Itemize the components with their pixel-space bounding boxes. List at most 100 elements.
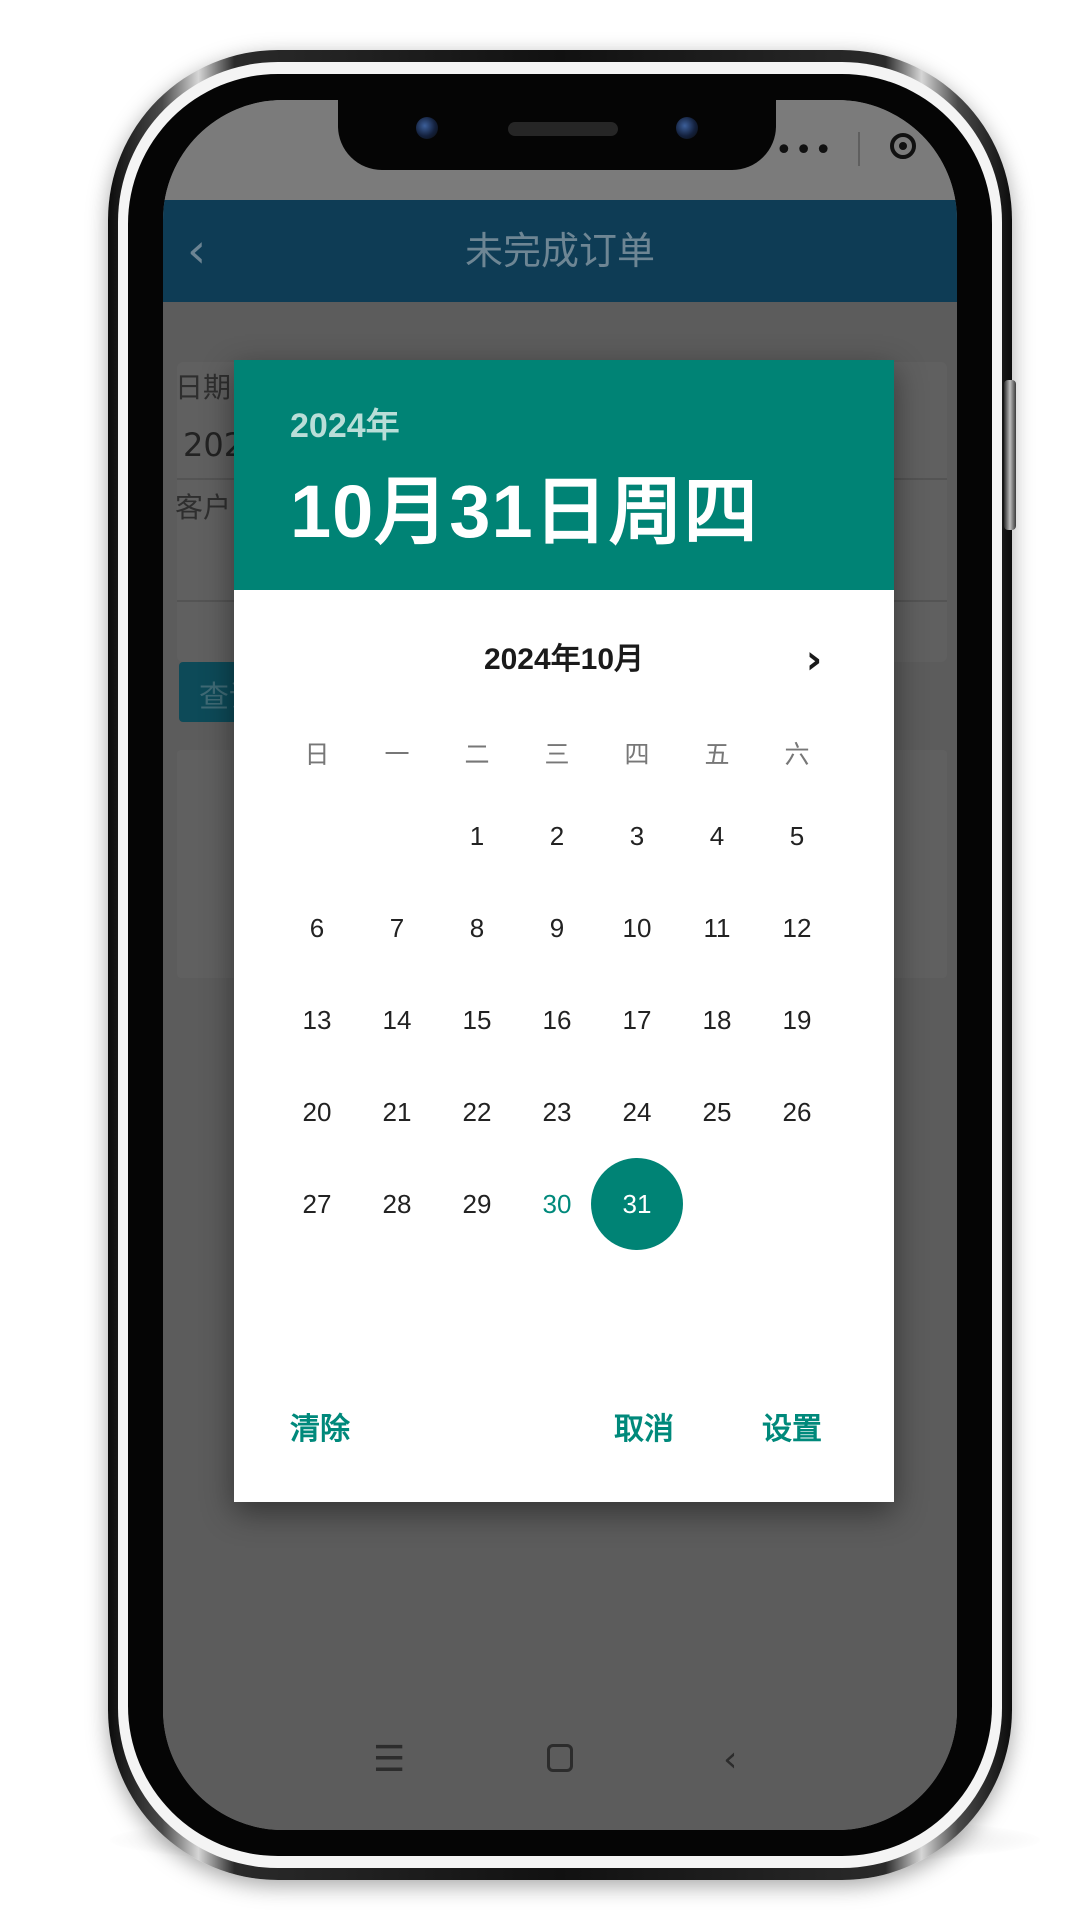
day-number: 13	[302, 1005, 332, 1035]
day-number: 17	[622, 1005, 652, 1035]
day-number: 6	[309, 913, 325, 943]
notch	[338, 100, 776, 170]
month-navigation: 2024年10月 ›	[234, 630, 894, 690]
app-header: 未完成订单 ‹	[163, 200, 957, 302]
day-number: 20	[302, 1097, 332, 1127]
day-number: 11	[703, 913, 731, 943]
day-number: 25	[702, 1097, 732, 1127]
day-number: 18	[702, 1005, 732, 1035]
day-number: 4	[709, 821, 725, 851]
day-cell[interactable]: 6	[277, 882, 357, 974]
week-row: 27 28 29 30 31	[277, 1158, 837, 1250]
week-row: 20 21 22 23 24 25 26	[277, 1066, 837, 1158]
calendar-grid: 日一二三四五六 1 2 3 4 5 6 7 8 9 10 11 12 13 14 15 16 17 18 19 20 2…	[277, 720, 837, 1250]
weekday-label: 五	[704, 740, 730, 769]
weekday-label: 日	[304, 740, 330, 769]
day-cell[interactable]: 10	[597, 882, 677, 974]
stage: ••• 未完成订单 ‹ 日期 2024-10-31 客户 查询 ☰	[0, 0, 1080, 1920]
dialog-actions: 清除 取消 设置	[234, 1400, 894, 1460]
front-camera-icon	[416, 117, 438, 139]
day-cell[interactable]: 25	[677, 1066, 757, 1158]
day-number: 15	[462, 1005, 492, 1035]
week-row: 6 7 8 9 10 11 12	[277, 882, 837, 974]
home-icon[interactable]	[547, 1744, 573, 1772]
day-number: 24	[622, 1097, 652, 1127]
day-cell[interactable]: 19	[757, 974, 837, 1066]
cancel-button[interactable]: 取消	[614, 1400, 674, 1460]
day-number: 29	[462, 1189, 492, 1219]
day-number: 1	[469, 821, 485, 851]
power-button	[1004, 380, 1016, 530]
screen: ••• 未完成订单 ‹ 日期 2024-10-31 客户 查询 ☰	[163, 100, 957, 1830]
day-cell[interactable]: 1	[437, 790, 517, 882]
day-cell[interactable]: 21	[357, 1066, 437, 1158]
page-title: 未完成订单	[464, 229, 655, 273]
set-button[interactable]: 设置	[762, 1400, 822, 1460]
day-number: 2	[549, 821, 565, 851]
day-cell[interactable]: 17	[597, 974, 677, 1066]
day-cell[interactable]: 24	[597, 1066, 677, 1158]
day-cell[interactable]: 3	[597, 790, 677, 882]
day-number: 16	[542, 1005, 572, 1035]
chevron-right-icon[interactable]: ›	[784, 630, 844, 690]
day-cell[interactable]: 12	[757, 882, 837, 974]
day-number: 26	[782, 1097, 812, 1127]
day-number: 22	[462, 1097, 492, 1127]
day-cell[interactable]: 9	[517, 882, 597, 974]
day-cell[interactable]: 8	[437, 882, 517, 974]
day-cell[interactable]: 28	[357, 1158, 437, 1250]
mini-program-close-icon[interactable]	[890, 133, 916, 159]
date-label: 日期	[175, 371, 232, 404]
chevron-left-icon[interactable]: ‹	[187, 224, 227, 278]
status-bar: •••	[163, 100, 957, 200]
day-cell[interactable]: 14	[357, 974, 437, 1066]
customer-label: 客户	[175, 491, 232, 524]
day-cell[interactable]: 11	[677, 882, 757, 974]
day-number: 12	[782, 913, 812, 943]
dialog-header: 2024年 10月31日周四	[234, 360, 894, 590]
day-cell[interactable]: 13	[277, 974, 357, 1066]
day-number: 30	[542, 1189, 572, 1219]
day-number: 23	[542, 1097, 572, 1127]
calendar-weeks: 1 2 3 4 5 6 7 8 9 10 11 12 13 14 15 16 17 18 19 20 21 22 23 24 2…	[277, 790, 837, 1250]
sensor-icon	[676, 117, 698, 139]
day-cell[interactable]: 16	[517, 974, 597, 1066]
capsule-divider	[858, 132, 860, 166]
day-number: 31	[591, 1158, 683, 1250]
clear-button[interactable]: 清除	[290, 1400, 350, 1460]
week-row: 1 2 3 4 5	[277, 790, 837, 882]
header-year[interactable]: 2024年	[290, 398, 400, 447]
day-cell[interactable]: 2	[517, 790, 597, 882]
day-cell[interactable]: 23	[517, 1066, 597, 1158]
date-picker-dialog: 2024年 10月31日周四 2024年10月 › 日一二三四五六 123456…	[234, 360, 894, 1502]
day-cell[interactable]: 26	[757, 1066, 837, 1158]
day-cell[interactable]: 4	[677, 790, 757, 882]
day-cell[interactable]: 29	[437, 1158, 517, 1250]
menu-icon[interactable]: ☰	[373, 1740, 405, 1780]
day-number: 10	[622, 913, 652, 943]
day-cell[interactable]: 22	[437, 1066, 517, 1158]
day-cell[interactable]: 20	[277, 1066, 357, 1158]
back-icon[interactable]: ‹	[723, 1740, 737, 1780]
day-cell[interactable]: 5	[757, 790, 837, 882]
weekday-label: 四	[624, 740, 650, 769]
day-cell[interactable]: 30	[517, 1158, 597, 1250]
day-number: 3	[629, 821, 645, 851]
day-number: 27	[302, 1189, 332, 1219]
day-number: 19	[782, 1005, 812, 1035]
weekday-label: 一	[384, 740, 410, 769]
day-number: 21	[382, 1097, 412, 1127]
header-selected-date: 10月31日周四	[290, 470, 759, 553]
weekday-label: 三	[544, 740, 570, 769]
more-options-icon[interactable]: •••	[775, 136, 832, 166]
day-number: 5	[789, 821, 805, 851]
day-number: 14	[382, 1005, 412, 1035]
day-cell[interactable]: 27	[277, 1158, 357, 1250]
week-row: 13 14 15 16 17 18 19	[277, 974, 837, 1066]
weekday-label: 二	[464, 740, 490, 769]
day-cell[interactable]: 18	[677, 974, 757, 1066]
day-number: 7	[389, 913, 405, 943]
selected-day-cell[interactable]: 31	[591, 1158, 683, 1250]
day-cell[interactable]: 15	[437, 974, 517, 1066]
day-cell[interactable]: 7	[357, 882, 437, 974]
